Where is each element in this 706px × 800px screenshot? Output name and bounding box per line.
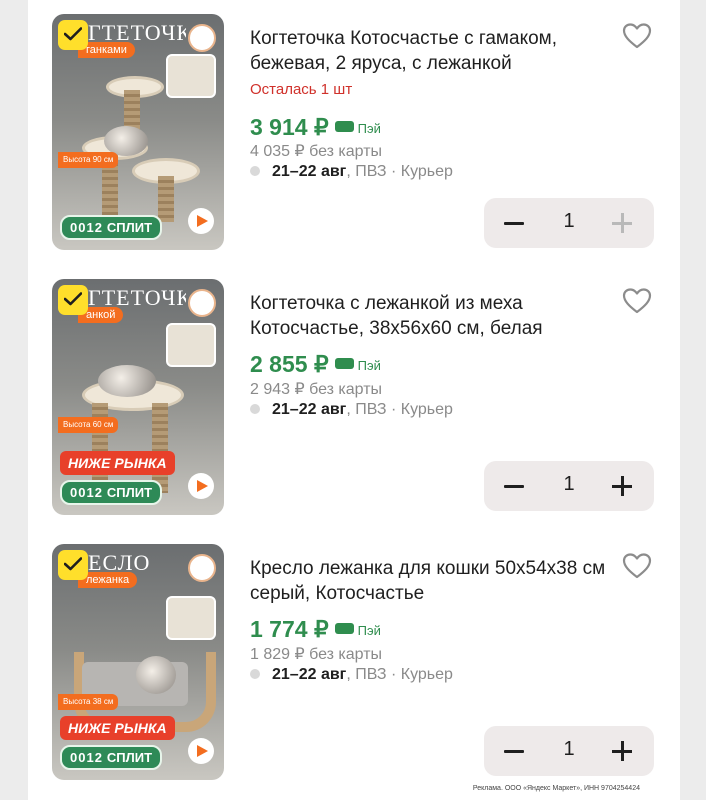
product-card: ГТЕТОЧКА анкой Высота 60 см НИЖЕ РЫНКА 0… (28, 265, 680, 530)
price-with-card: 2 855 ₽ Пэй (250, 351, 381, 377)
quantity-stepper[interactable]: 1 (484, 461, 654, 511)
below-market-badge: НИЖЕ РЫНКА (60, 716, 175, 740)
video-play-icon[interactable] (188, 208, 214, 234)
plus-icon[interactable] (612, 476, 632, 496)
split-badge: 0012 СПЛИТ (60, 215, 163, 240)
quantity-value: 1 (563, 473, 575, 495)
favorite-heart-icon[interactable] (622, 287, 652, 315)
plus-icon[interactable] (612, 741, 632, 761)
below-market-badge: НИЖЕ РЫНКА (60, 451, 175, 475)
favorite-heart-icon[interactable] (622, 552, 652, 580)
quantity-value: 1 (563, 210, 575, 232)
cushion-image (166, 596, 216, 640)
delivery-dot-icon (250, 668, 260, 679)
price-without-card: 4 035 ₽ без карты (250, 143, 383, 160)
product-card: ГТЕТОЧКА ганками Высота 90 см 0012СПЛИТ … (28, 0, 680, 265)
product-card: ЕСЛО лежанка Высота 38 см НИЖЕ РЫНКА 001… (28, 530, 680, 800)
split-badge: 0012 СПЛИТ (60, 745, 163, 770)
price-with-card: 1 774 ₽ Пэй (250, 616, 381, 642)
quantity-stepper[interactable]: 1 (484, 198, 654, 248)
split-badge: 0012 СПЛИТ (60, 480, 163, 505)
delivery-dot-icon (250, 403, 260, 414)
product-title[interactable]: Когтеточка с лежанкой из меха Котосчасть… (250, 291, 610, 341)
checkmark-icon (64, 292, 82, 306)
delivery-info: 21–22 авг, ПВЗ · Курьер (250, 163, 453, 181)
video-play-icon[interactable] (188, 473, 214, 499)
brand-logo-icon (188, 24, 216, 52)
quantity-value: 1 (563, 738, 575, 760)
select-checkbox[interactable] (58, 20, 88, 50)
select-checkbox[interactable] (58, 550, 88, 580)
checkmark-icon (64, 557, 82, 571)
brand-logo-icon (188, 289, 216, 317)
quantity-stepper[interactable]: 1 (484, 726, 654, 776)
favorite-heart-icon[interactable] (622, 22, 652, 50)
height-tag: Высота 38 см (58, 694, 119, 710)
product-photo[interactable]: ГТЕТОЧКА ганками Высота 90 см 0012СПЛИТ (52, 14, 224, 250)
pay-card-icon (334, 121, 354, 133)
video-play-icon[interactable] (188, 738, 214, 764)
checkmark-icon (64, 27, 82, 41)
height-tag: Высота 60 см (58, 417, 119, 433)
product-title[interactable]: Когтеточка Котосчастье с гамаком, бежева… (250, 26, 610, 76)
product-title[interactable]: Кресло лежанка для кошки 50х54х38 см сер… (250, 556, 610, 606)
select-checkbox[interactable] (58, 285, 88, 315)
ad-disclaimer: Реклама. ООО «Яндекс Маркет», ИНН 970425… (472, 785, 640, 792)
price-without-card: 2 943 ₽ без карты (250, 381, 383, 398)
price-with-card: 3 914 ₽ Пэй (250, 114, 381, 140)
cart-item-list: ГТЕТОЧКА ганками Высота 90 см 0012СПЛИТ … (0, 0, 706, 800)
pay-card-icon (334, 358, 354, 370)
height-tag: Высота 90 см (58, 152, 119, 168)
minus-icon[interactable] (504, 222, 524, 225)
product-photo[interactable]: ГТЕТОЧКА анкой Высота 60 см НИЖЕ РЫНКА 0… (52, 279, 224, 515)
pay-card-icon (334, 623, 354, 635)
plus-icon[interactable] (612, 213, 632, 233)
stock-warning: Осталась 1 шт (250, 81, 353, 98)
product-photo[interactable]: ЕСЛО лежанка Высота 38 см НИЖЕ РЫНКА 001… (52, 544, 224, 780)
delivery-info: 21–22 авг, ПВЗ · Курьер (250, 401, 453, 419)
brand-logo-icon (188, 554, 216, 582)
minus-icon[interactable] (504, 485, 524, 488)
price-without-card: 1 829 ₽ без карты (250, 646, 383, 663)
delivery-dot-icon (250, 165, 260, 176)
delivery-info: 21–22 авг, ПВЗ · Курьер (250, 666, 453, 684)
minus-icon[interactable] (504, 750, 524, 753)
